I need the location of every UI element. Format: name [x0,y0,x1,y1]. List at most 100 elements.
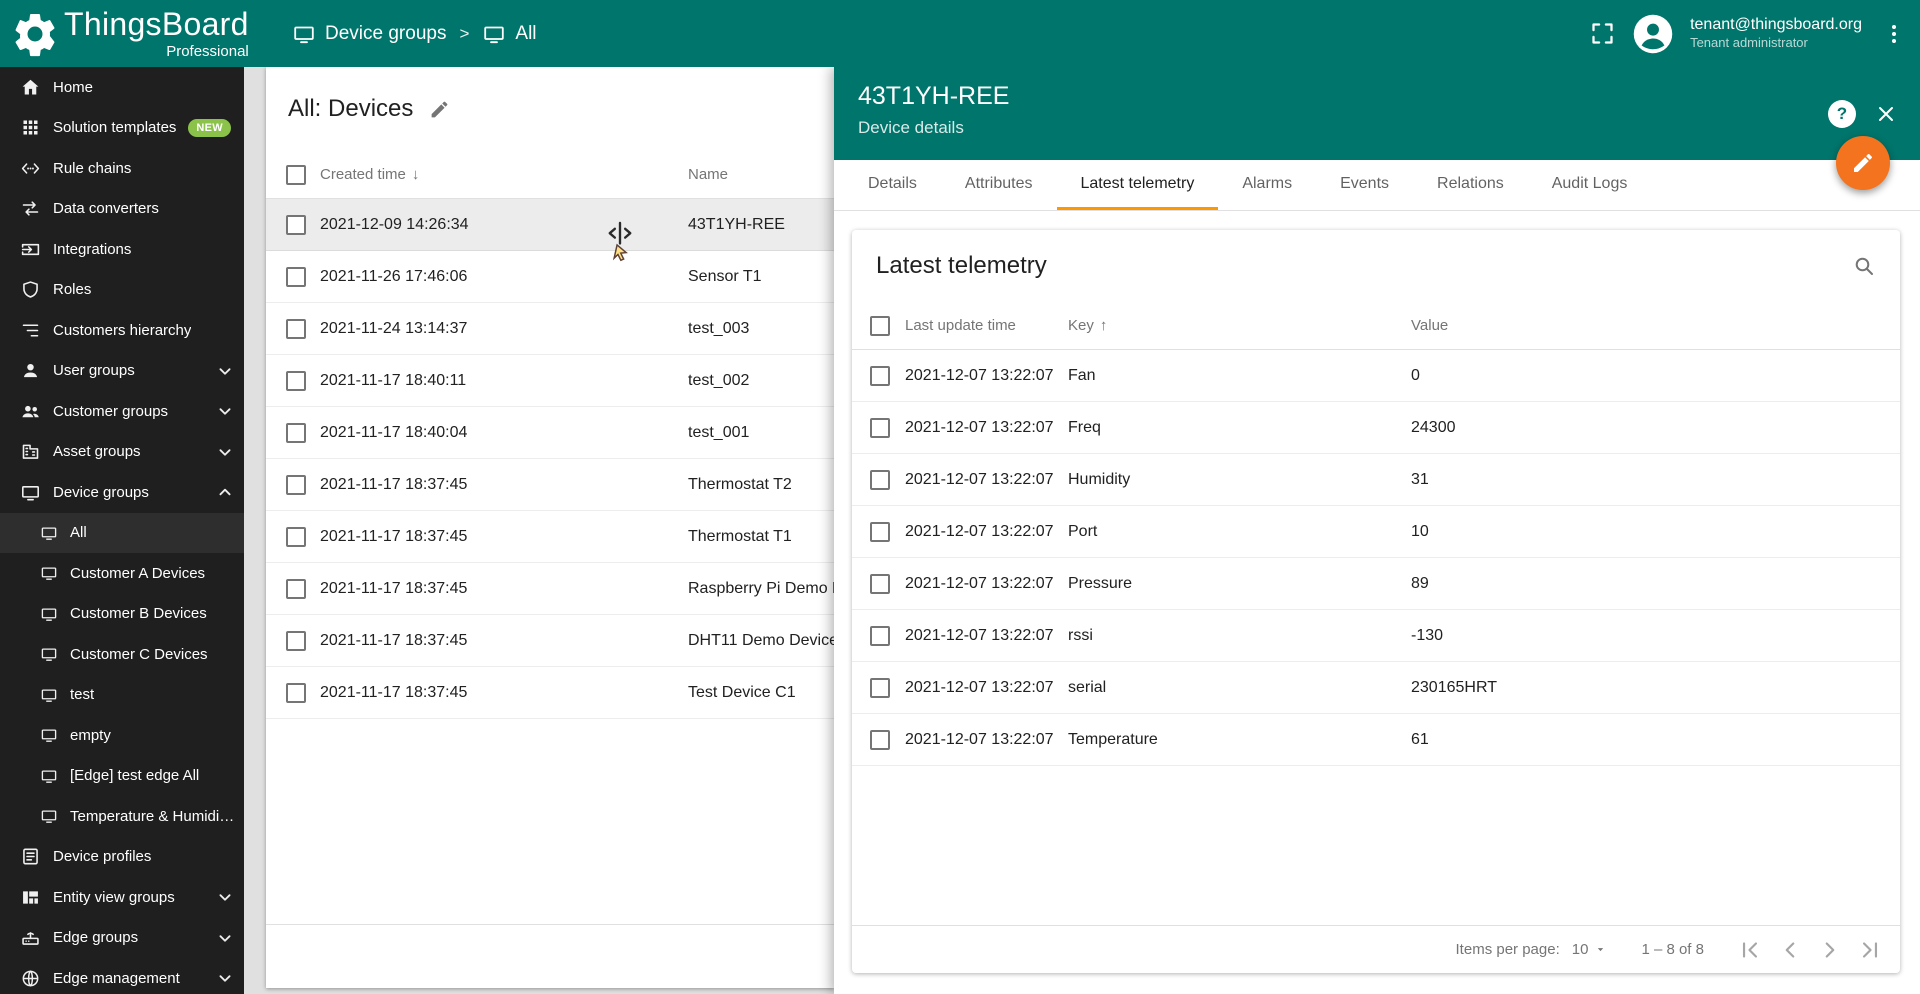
test_003[interactable]: 2021-11-24 13:14:37 test_003 [266,303,834,355]
tab-details[interactable]: Details [844,160,941,210]
sidebar-item-customer-a-devices[interactable]: Customer A Devices [0,553,244,594]
sidebar-item-temperature-humidity[interactable]: Temperature & Humidity… [0,796,244,837]
tab-latest-telemetry[interactable]: Latest telemetry [1056,160,1219,210]
user-info[interactable]: tenant@thingsboard.org Tenant administra… [1690,15,1862,53]
breadcrumb-item-device-groups[interactable]: Device groups [292,22,446,46]
telemetry-row[interactable]: 2021-12-07 13:22:07 Fan 0 [852,350,1900,402]
row-checkbox[interactable] [286,318,306,339]
row-checkbox[interactable] [286,630,306,651]
device-created-time: 2021-11-17 18:37:45 [320,631,468,649]
row-checkbox[interactable] [286,578,306,599]
row-checkbox[interactable] [286,474,306,495]
Thermostat T1[interactable]: 2021-11-17 18:37:45 Thermostat T1 [266,511,834,563]
app-logo[interactable]: ThingsBoard Professional [0,8,252,60]
sidebar-item-customer-b-devices[interactable]: Customer B Devices [0,594,244,635]
items-per-page-select[interactable]: 10 [1572,941,1608,958]
row-checkbox[interactable] [870,729,890,750]
last-page-button[interactable] [1850,930,1890,970]
telemetry-row[interactable]: 2021-12-07 13:22:07 serial 230165HRT [852,662,1900,714]
row-checkbox[interactable] [870,625,890,646]
telemetry-row[interactable]: 2021-12-07 13:22:07 Freq 24300 [852,402,1900,454]
tab-relations[interactable]: Relations [1413,160,1528,210]
tab-alarms[interactable]: Alarms [1218,160,1316,210]
sidebar-item-customer-groups[interactable]: Customer groups [0,391,244,432]
column-last-update-time[interactable]: Last update time [905,317,1068,334]
row-checkbox[interactable] [286,214,306,235]
row-checkbox[interactable] [286,370,306,391]
sidebar-item-rule-chains[interactable]: Rule chains [0,148,244,189]
user-menu-button[interactable] [1882,22,1906,46]
row-checkbox[interactable] [870,573,890,594]
sidebar-item-solution-templates[interactable]: Solution templates NEW [0,108,244,149]
43T1YH-REE[interactable]: 2021-12-09 14:26:34 43T1YH-REE [266,199,834,251]
chevron-icon[interactable] [214,360,236,382]
chevron-icon[interactable] [214,967,236,989]
row-checkbox[interactable] [870,677,890,698]
row-checkbox[interactable] [870,365,890,386]
next-page-button[interactable] [1810,930,1850,970]
sidebar-item-device-profiles[interactable]: Device profiles [0,837,244,878]
sidebar-item-home[interactable]: Home [0,67,244,108]
sidebar-item-customer-c-devices[interactable]: Customer C Devices [0,634,244,675]
breadcrumb-item-all[interactable]: All [482,22,537,46]
column-value[interactable]: Value [1411,317,1900,334]
test_001[interactable]: 2021-11-17 18:40:04 test_001 [266,407,834,459]
column-name[interactable]: Name [688,166,834,183]
avatar[interactable] [1632,13,1674,55]
chevron-icon[interactable] [214,400,236,422]
row-checkbox[interactable] [870,417,890,438]
sidebar-item-edge-management[interactable]: Edge management [0,958,244,994]
row-checkbox[interactable] [286,422,306,443]
Thermostat T2[interactable]: 2021-11-17 18:37:45 Thermostat T2 [266,459,834,511]
edit-device-fab[interactable] [1836,136,1890,190]
test_002[interactable]: 2021-11-17 18:40:11 test_002 [266,355,834,407]
sidebar-item-customers-hierarchy[interactable]: Customers hierarchy [0,310,244,351]
Test Device C1[interactable]: 2021-11-17 18:37:45 Test Device C1 [266,667,834,719]
first-page-button[interactable] [1730,930,1770,970]
sidebar-item-label: Customer groups [53,402,169,420]
row-checkbox[interactable] [286,526,306,547]
sidebar-item-data-converters[interactable]: Data converters [0,189,244,230]
sidebar-item-roles[interactable]: Roles [0,270,244,311]
row-checkbox[interactable] [286,266,306,287]
tab-events[interactable]: Events [1316,160,1413,210]
telemetry-row[interactable]: 2021-12-07 13:22:07 Port 10 [852,506,1900,558]
tab-audit-logs[interactable]: Audit Logs [1528,160,1652,210]
Sensor T1[interactable]: 2021-11-26 17:46:06 Sensor T1 [266,251,834,303]
sidebar-item-all[interactable]: All [0,512,244,553]
help-button[interactable]: ? [1828,100,1856,128]
sidebar-item-integrations[interactable]: Integrations [0,229,244,270]
telemetry-search-button[interactable] [1852,254,1876,278]
sidebar-item-edge-test-edge-all[interactable]: [Edge] test edge All [0,756,244,797]
telemetry-time: 2021-12-07 13:22:07 [905,574,1054,592]
close-button[interactable] [1874,102,1898,126]
sidebar-item-test[interactable]: test [0,675,244,716]
chevron-icon[interactable] [214,927,236,949]
column-created-time[interactable]: Created time ↓ [320,166,688,183]
sidebar-item-edge-groups[interactable]: Edge groups [0,918,244,959]
edit-group-button[interactable] [429,99,450,120]
prev-page-button[interactable] [1770,930,1810,970]
tab-attributes[interactable]: Attributes [941,160,1057,210]
telemetry-row[interactable]: 2021-12-07 13:22:07 Temperature 61 [852,714,1900,766]
Raspberry Pi Demo Device[interactable]: 2021-11-17 18:37:45 Raspberry Pi Demo De… [266,563,834,615]
telemetry-row[interactable]: 2021-12-07 13:22:07 Humidity 31 [852,454,1900,506]
sidebar-item-asset-groups[interactable]: Asset groups [0,432,244,473]
chevron-icon[interactable] [214,481,236,503]
row-checkbox[interactable] [870,469,890,490]
column-key[interactable]: Key ↑ [1068,317,1411,334]
sidebar-item-empty[interactable]: empty [0,715,244,756]
select-all-checkbox[interactable] [286,164,306,185]
row-checkbox[interactable] [870,521,890,542]
telemetry-select-all-checkbox[interactable] [870,315,890,336]
sidebar-item-entity-view-groups[interactable]: Entity view groups [0,877,244,918]
sidebar-item-device-groups[interactable]: Device groups [0,472,244,513]
telemetry-row[interactable]: 2021-12-07 13:22:07 rssi -130 [852,610,1900,662]
chevron-icon[interactable] [214,886,236,908]
sidebar-item-user-groups[interactable]: User groups [0,351,244,392]
telemetry-row[interactable]: 2021-12-07 13:22:07 Pressure 89 [852,558,1900,610]
fullscreen-button[interactable] [1589,20,1616,47]
row-checkbox[interactable] [286,682,306,703]
DHT11 Demo Device[interactable]: 2021-11-17 18:37:45 DHT11 Demo Device [266,615,834,667]
chevron-icon[interactable] [214,441,236,463]
